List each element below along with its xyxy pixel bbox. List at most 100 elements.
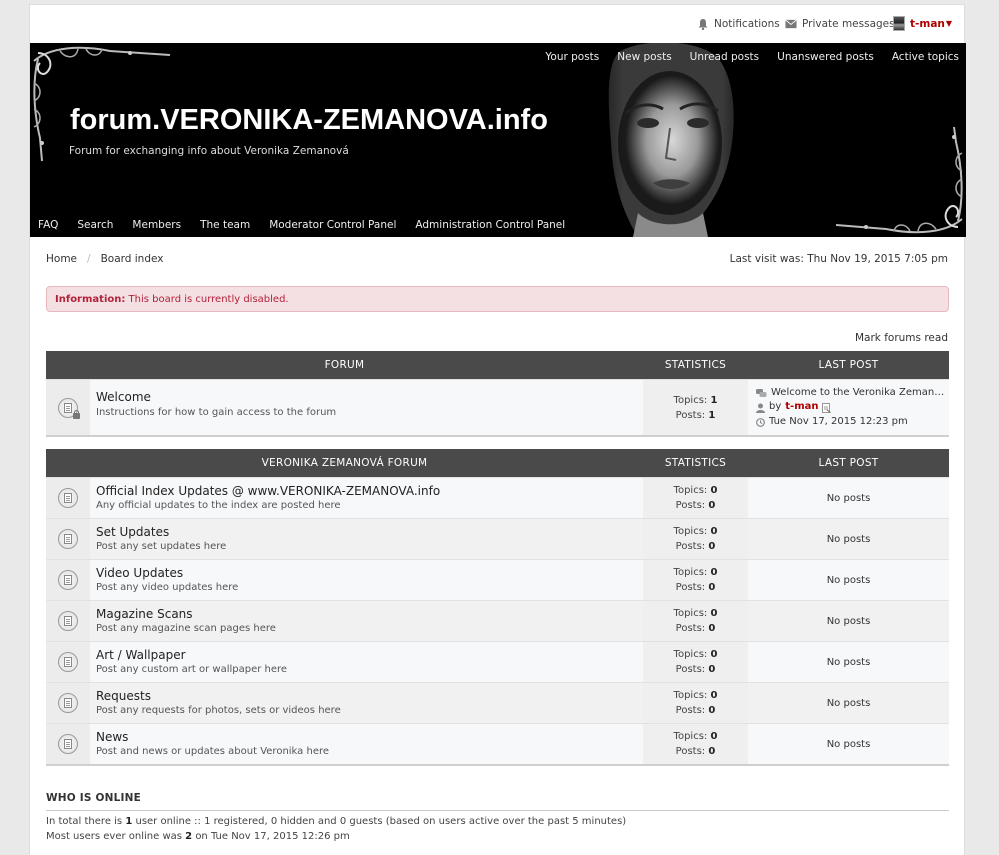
forum-read-icon [58, 529, 78, 549]
forum-title[interactable]: Art / Wallpaper [96, 648, 637, 662]
forum-info: Magazine Scans Post any magazine scan pag… [90, 601, 643, 641]
forum-row: Video Updates Post any video updates here… [46, 559, 949, 600]
posts-label: Posts: [675, 409, 706, 421]
notifications-label: Notifications [714, 18, 780, 30]
forum-locked-icon [58, 397, 80, 419]
unread-posts-link[interactable]: Unread posts [690, 51, 759, 63]
forum-statistics: Topics: 0 Posts: 0 [643, 724, 748, 764]
breadcrumb-board-index[interactable]: Board index [101, 253, 164, 265]
forum-row: Art / Wallpaper Post any custom art or wa… [46, 641, 949, 682]
forum-icon-cell [46, 683, 90, 723]
forum-title[interactable]: Set Updates [96, 525, 637, 539]
topics-label: Topics: [673, 608, 708, 619]
forum-title[interactable]: Requests [96, 689, 637, 703]
last-post-cell: No posts [748, 642, 949, 682]
forum-category-welcome: FORUM STATISTICS LAST POST Welcome Instr… [46, 351, 949, 437]
forum-statistics: Topics: 0 Posts: 0 [643, 683, 748, 723]
topics-label: Topics: [673, 731, 708, 742]
header-last-post: LAST POST [818, 359, 879, 371]
forum-statistics: Topics: 0 Posts: 0 [643, 560, 748, 600]
last-visit-text: Last visit was: Thu Nov 19, 2015 7:05 pm [729, 253, 948, 265]
posts-count: 0 [708, 664, 716, 675]
last-post-cell: No posts [748, 601, 949, 641]
last-post-title[interactable]: Welcome to the Veronika Zeman… [771, 386, 944, 401]
mark-forums-read-link[interactable]: Mark forums read [855, 332, 948, 344]
forum-icon-cell [46, 724, 90, 764]
private-messages-link[interactable]: Private messages [785, 18, 895, 30]
private-messages-label: Private messages [802, 18, 895, 30]
nav-the-team[interactable]: The team [200, 219, 250, 231]
topics-count: 0 [710, 526, 718, 537]
topics-count: 0 [710, 608, 718, 619]
topics-count: 0 [710, 731, 718, 742]
forum-row: Requests Post any requests for photos, se… [46, 682, 949, 723]
posts-label: Posts: [675, 746, 706, 757]
forum-row: Welcome Instructions for how to gain acc… [46, 379, 949, 435]
forum-row: Magazine Scans Post any magazine scan pag… [46, 600, 949, 641]
new-posts-link[interactable]: New posts [617, 51, 671, 63]
forum-title[interactable]: News [96, 730, 637, 744]
header-forum[interactable]: FORUM [46, 351, 643, 379]
forum-description: Any official updates to the index are po… [96, 500, 341, 511]
main-nav: FAQ Search Members The team Moderator Co… [38, 219, 565, 231]
breadcrumb-home[interactable]: Home [46, 253, 77, 265]
site-title[interactable]: forum.VERONIKA-ZEMANOVA.info [70, 104, 548, 137]
forum-icon-cell [46, 380, 90, 435]
view-latest-post-icon[interactable] [822, 402, 832, 413]
topics-label: Topics: [673, 649, 708, 660]
posts-count: 0 [708, 705, 716, 716]
active-topics-link[interactable]: Active topics [892, 51, 959, 63]
forum-statistics: Topics: 0 Posts: 0 [643, 601, 748, 641]
forum-icon-cell [46, 601, 90, 641]
information-label: Information: [55, 294, 126, 305]
forum-icon-cell [46, 478, 90, 518]
last-post-user[interactable]: t-man [785, 400, 818, 415]
last-post-cell: No posts [748, 560, 949, 600]
forum-title[interactable]: Official Index Updates @ www.VERONIKA-ZE… [96, 484, 637, 498]
corner-ornament-bottom-right [836, 127, 963, 234]
topics-label: Topics: [673, 526, 708, 537]
forum-title[interactable]: Video Updates [96, 566, 637, 580]
forum-statistics: Topics: 0 Posts: 0 [643, 519, 748, 559]
forum-description: Instructions for how to gain access to t… [96, 407, 337, 418]
who-is-online-title[interactable]: WHO IS ONLINE [46, 792, 949, 811]
nav-administration-control-panel[interactable]: Administration Control Panel [415, 219, 565, 231]
forum-icon-cell [46, 560, 90, 600]
information-notice: Information: This board is currently dis… [46, 286, 949, 312]
forum-info: Welcome Instructions for how to gain acc… [90, 380, 643, 435]
header-statistics: STATISTICS [664, 359, 727, 371]
user-menu[interactable]: t-man ▼ [893, 16, 952, 31]
forum-category-veronika-zemanova: VERONIKA ZEMANOVÁ FORUM STATISTICS LAST … [46, 449, 949, 766]
forum-list: Official Index Updates @ www.VERONIKA-ZE… [46, 477, 949, 764]
envelope-icon [785, 19, 797, 29]
forum-title[interactable]: Welcome [96, 390, 637, 404]
unanswered-posts-link[interactable]: Unanswered posts [777, 51, 874, 63]
nav-moderator-control-panel[interactable]: Moderator Control Panel [269, 219, 396, 231]
topics-count: 0 [710, 649, 718, 660]
your-posts-link[interactable]: Your posts [545, 51, 599, 63]
forum-info: Set Updates Post any set updates here [90, 519, 643, 559]
site-header: Your posts New posts Unread posts Unansw… [30, 43, 966, 237]
who-is-online: WHO IS ONLINE In total there is 1 user o… [46, 792, 949, 842]
header-category-title[interactable]: VERONIKA ZEMANOVÁ FORUM [46, 449, 643, 477]
nav-faq[interactable]: FAQ [38, 219, 58, 231]
posts-label: Posts: [675, 623, 706, 634]
forum-info: Video Updates Post any video updates here [90, 560, 643, 600]
forum-title[interactable]: Magazine Scans [96, 607, 637, 621]
topics-count: 0 [710, 690, 718, 701]
forum-read-icon [58, 734, 78, 754]
forum-info: Official Index Updates @ www.VERONIKA-ZE… [90, 478, 643, 518]
forum-read-icon [58, 652, 78, 672]
quick-links: Your posts New posts Unread posts Unansw… [545, 51, 959, 63]
breadcrumb-separator: / [87, 253, 91, 265]
clock-icon [756, 417, 765, 427]
last-post-cell: No posts [748, 478, 949, 518]
online-record-text: Most users ever online was 2 on Tue Nov … [46, 831, 350, 842]
forum-description: Post any requests for photos, sets or vi… [96, 705, 341, 716]
posts-count: 1 [708, 409, 716, 421]
notifications-link[interactable]: Notifications [697, 18, 780, 30]
nav-search[interactable]: Search [77, 219, 113, 231]
posts-label: Posts: [675, 500, 706, 511]
nav-members[interactable]: Members [132, 219, 181, 231]
forum-icon-cell [46, 519, 90, 559]
